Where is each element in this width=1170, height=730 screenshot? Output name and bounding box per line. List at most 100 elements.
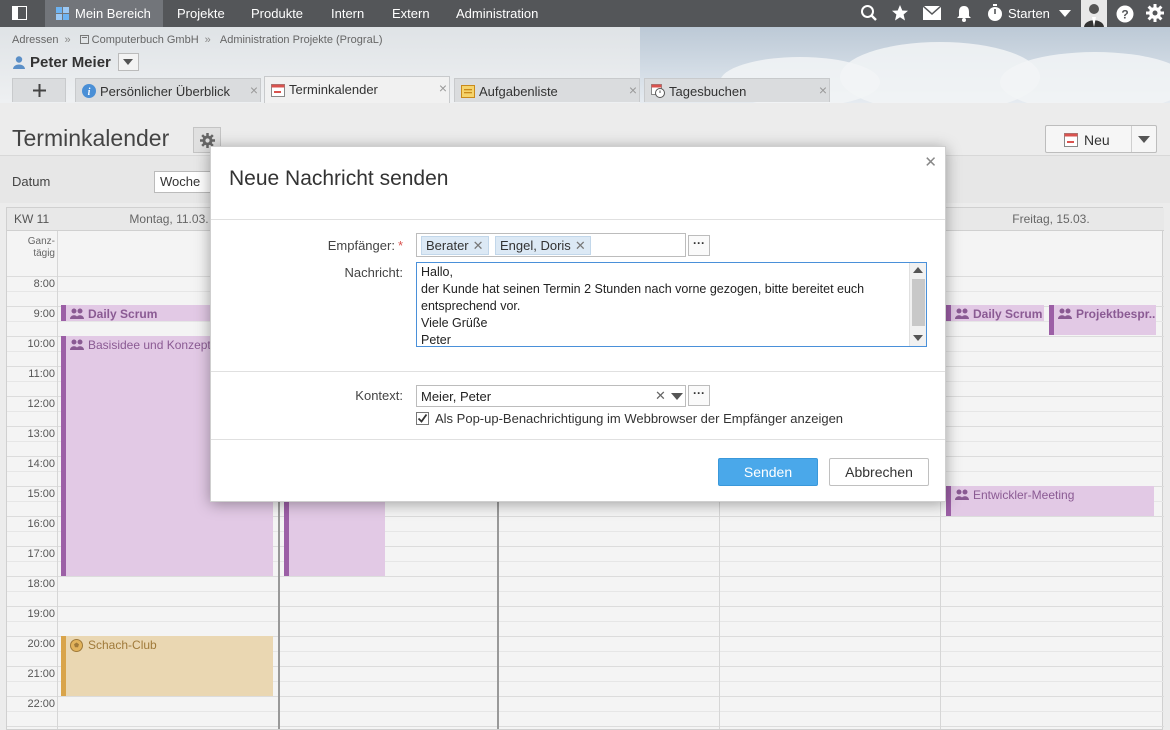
svg-text:i: i: [88, 87, 91, 98]
bell-icon[interactable]: [956, 5, 972, 22]
person-selector: Peter Meier: [12, 52, 139, 72]
allday-label: Ganz- tägig: [27, 236, 55, 259]
event-title: Schach-Club: [88, 638, 157, 652]
event-title: Entwickler-Meeting: [973, 488, 1075, 502]
event-schach-club[interactable]: Schach-Club: [61, 636, 273, 696]
message-label: Nachricht:: [344, 265, 403, 280]
cancel-button[interactable]: Abbrechen: [829, 458, 929, 486]
chevron-down-icon[interactable]: [1059, 10, 1071, 17]
calendar-icon: [1064, 132, 1078, 147]
tab-label: Terminkalender: [289, 82, 378, 97]
close-icon[interactable]: ×: [439, 80, 447, 96]
popup-checkbox[interactable]: [416, 412, 429, 425]
clear-icon[interactable]: ✕: [655, 388, 666, 404]
time-label: 15:00: [27, 488, 55, 500]
group-icon: [70, 339, 84, 350]
event-tuesday-block[interactable]: [284, 502, 385, 576]
nav-item-produkte[interactable]: Produkte: [251, 0, 303, 27]
message-textarea[interactable]: Hallo, der Kunde hat seinen Termin 2 Stu…: [416, 262, 927, 347]
nav-item-intern[interactable]: Intern: [331, 0, 364, 27]
nav-item-administration[interactable]: Administration: [456, 0, 538, 27]
context-value: Meier, Peter: [421, 389, 492, 404]
scroll-down-icon: [913, 335, 923, 341]
popup-checkbox-label[interactable]: Als Pop-up-Benachrichtigung im Webbrowse…: [435, 411, 843, 426]
plus-icon: [32, 84, 46, 97]
gear-icon[interactable]: [1146, 4, 1164, 22]
remove-icon[interactable]: ✕: [473, 238, 484, 253]
stopwatch-icon[interactable]: [987, 4, 1003, 22]
search-icon[interactable]: [860, 4, 878, 22]
nav-item-mein-bereich[interactable]: Mein Bereich: [45, 0, 163, 27]
chevron-down-icon[interactable]: [1138, 136, 1150, 143]
svg-text:?: ?: [1121, 8, 1128, 22]
datum-label: Datum: [12, 174, 51, 189]
context-picker-button[interactable]: ···: [688, 385, 710, 406]
view-select[interactable]: Woche: [154, 171, 214, 193]
close-icon[interactable]: ×: [250, 82, 258, 98]
soccer-ball-icon: [70, 639, 83, 652]
close-icon[interactable]: ×: [819, 82, 827, 98]
sidebar-toggle-icon: [12, 6, 27, 20]
send-button[interactable]: Senden: [718, 458, 818, 486]
scrollbar[interactable]: [909, 263, 926, 346]
day-header-friday: Freitag, 15.03.: [1012, 212, 1090, 226]
recipient-label: Empfänger: *: [327, 238, 403, 253]
time-label: 16:00: [27, 518, 55, 530]
tab-label: Tagesbuchen: [669, 84, 747, 99]
event-daily-scrum-monday[interactable]: Daily Scrum: [61, 305, 211, 321]
time-label: 19:00: [27, 608, 55, 620]
page-title: Terminkalender: [12, 125, 170, 151]
breadcrumb-item[interactable]: Administration Projekte (PrograL): [220, 34, 383, 46]
time-label: 13:00: [27, 428, 55, 440]
dashboard-icon: [56, 7, 69, 20]
time-label: 20:00: [27, 638, 55, 650]
mail-icon[interactable]: [923, 6, 941, 20]
nav-item-extern[interactable]: Extern: [392, 0, 430, 27]
new-button-label: Neu: [1084, 132, 1110, 148]
event-title: Projektbespr...: [1076, 307, 1156, 321]
nav-item-projekte[interactable]: Projekte: [177, 0, 225, 27]
event-projektbesprechung[interactable]: Projektbespr...: [1049, 305, 1156, 335]
time-label: 18:00: [27, 578, 55, 590]
recipient-chip[interactable]: Berater ✕: [421, 236, 489, 255]
star-icon[interactable]: [891, 4, 909, 22]
timebooking-icon: [651, 84, 665, 98]
close-icon[interactable]: ×: [629, 82, 637, 98]
time-label: 8:00: [33, 278, 55, 290]
breadcrumb-item[interactable]: Computerbuch GmbH: [92, 34, 199, 46]
context-select[interactable]: Meier, Peter ✕: [416, 385, 686, 407]
top-navigation-bar: Mein Bereich Projekte Produkte Intern Ex…: [0, 0, 1170, 27]
starten-button[interactable]: Starten: [1008, 0, 1050, 27]
close-icon[interactable]: ✕: [924, 153, 937, 171]
recipient-chip[interactable]: Engel, Doris ✕: [495, 236, 591, 255]
event-entwickler-meeting[interactable]: Entwickler-Meeting: [946, 486, 1154, 516]
group-icon: [1058, 308, 1072, 319]
dialog-title: Neue Nachricht senden: [229, 167, 449, 190]
event-title: Daily Scrum: [88, 307, 158, 321]
scrollbar-thumb[interactable]: [912, 279, 925, 326]
user-icon: [12, 55, 26, 69]
tab-terminkalender[interactable]: Terminkalender ×: [264, 76, 450, 103]
tab-tagesbuchen[interactable]: Tagesbuchen ×: [644, 78, 830, 102]
new-appointment-button[interactable]: Neu: [1045, 125, 1157, 153]
recipient-picker-button[interactable]: ···: [688, 235, 710, 256]
tasklist-icon: [461, 84, 475, 98]
recipient-input[interactable]: Berater ✕ Engel, Doris ✕: [416, 233, 686, 257]
message-text: Hallo, der Kunde hat seinen Termin 2 Stu…: [421, 265, 865, 347]
add-tab-button[interactable]: [12, 78, 66, 102]
calendar-icon: [271, 83, 285, 97]
remove-icon[interactable]: ✕: [575, 238, 586, 253]
help-icon[interactable]: ?: [1116, 5, 1134, 23]
tab-persoenlicher-ueberblick[interactable]: i Persönlicher Überblick ×: [75, 78, 261, 102]
event-title: Basisidee und Konzeption: [88, 338, 227, 352]
breadcrumb-item[interactable]: Adressen: [12, 34, 58, 46]
chevron-down-icon[interactable]: [671, 393, 683, 400]
avatar[interactable]: [1081, 0, 1107, 27]
event-daily-scrum-friday[interactable]: Daily Scrum: [946, 305, 1044, 321]
tab-aufgabenliste[interactable]: Aufgabenliste ×: [454, 78, 640, 102]
time-label: 12:00: [27, 398, 55, 410]
person-dropdown-button[interactable]: [117, 53, 139, 71]
tab-label: Aufgabenliste: [479, 84, 558, 99]
sidebar-toggle-button[interactable]: [0, 0, 38, 27]
scroll-up-icon: [913, 267, 923, 273]
